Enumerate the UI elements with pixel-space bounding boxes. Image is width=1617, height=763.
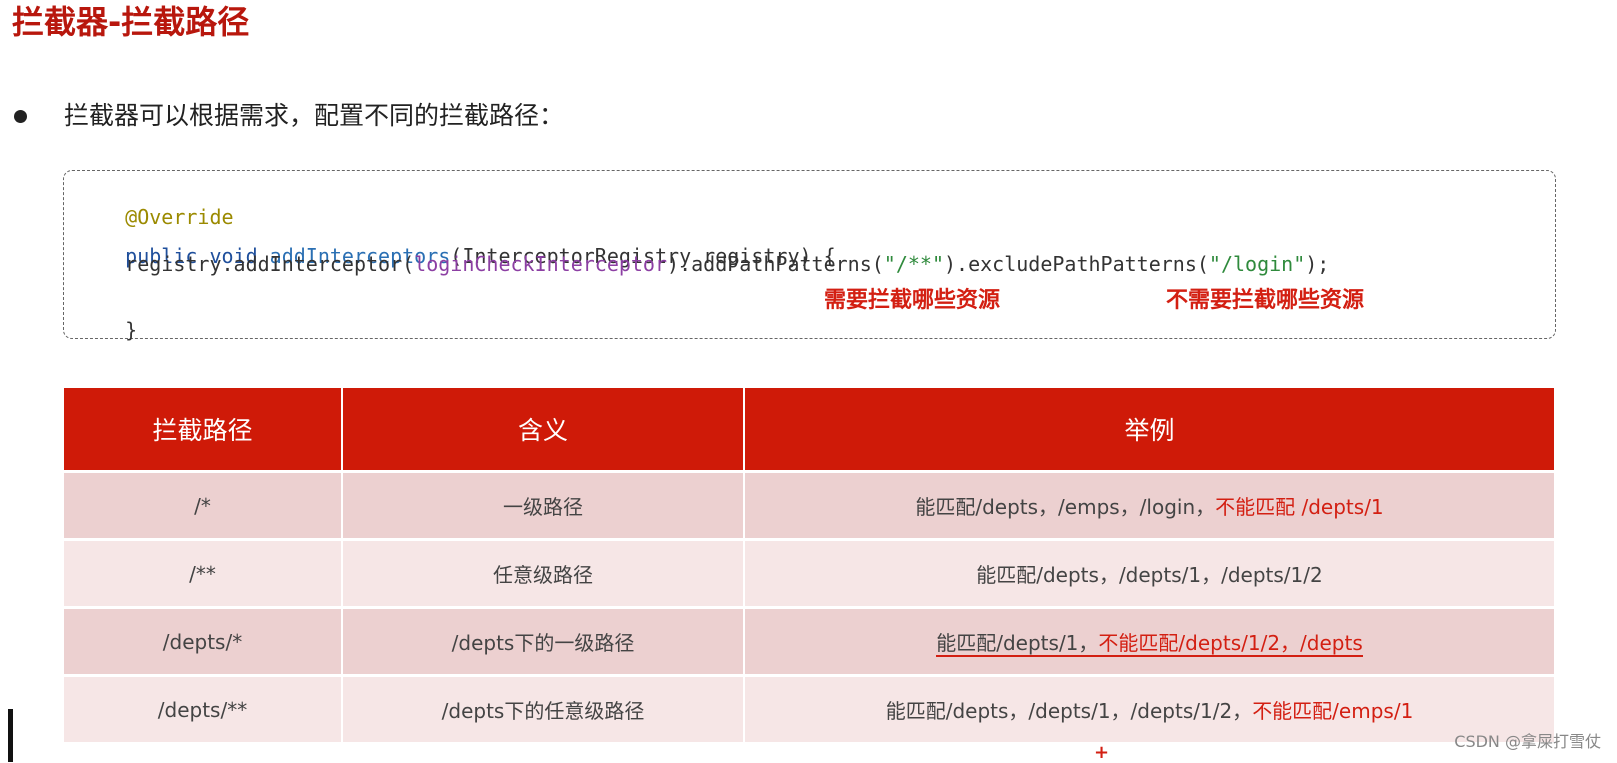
exclude-annotation: 不需要拦截哪些资源 (1166, 288, 1365, 313)
bullet-text: 拦截器可以根据需求，配置不同的拦截路径： (64, 101, 565, 130)
cell-example: 能匹配/depts，/depts/1，/depts/1/2，不能匹配/emps/… (744, 674, 1556, 742)
cell-meaning: /depts下的一级路径 (342, 606, 745, 676)
cell-path: /** (64, 538, 343, 608)
table-header-row: 拦截路径 含义 举例 (64, 388, 1556, 472)
code-line-end: ); (1305, 252, 1330, 276)
code-interceptor-field: loginCheckInterceptor (414, 252, 668, 276)
code-line-closing: } (77, 288, 137, 372)
watermark: CSDN @拿屎打雪仗 (1454, 732, 1601, 751)
text-cursor-bar (8, 709, 13, 762)
cell-path: /depts/* (64, 606, 343, 676)
code-registry-call: registry.addInterceptor( (77, 252, 415, 276)
code-add-path-call: ).addPathPatterns( (667, 252, 884, 276)
cell-example: 能匹配/depts，/depts/1，/depts/1/2 (744, 538, 1556, 608)
example-match: 能匹配/depts，/emps，/login， (915, 495, 1216, 519)
table-row: /depts/** /depts下的任意级路径 能匹配/depts，/depts… (64, 674, 1556, 742)
bullet-dot (14, 110, 27, 123)
code-line-registry: registry.addInterceptor(loginCheckInterc… (77, 250, 1329, 278)
example-match: 能匹配/depts，/depts/1，/depts/1/2 (976, 563, 1323, 587)
table-row: /** 任意级路径 能匹配/depts，/depts/1，/depts/1/2 (64, 538, 1556, 608)
example-match: 能匹配/depts/1， (936, 631, 1099, 657)
cell-path: /depts/** (64, 674, 343, 742)
cell-meaning: 任意级路径 (342, 538, 745, 608)
plus-mark: + (1094, 742, 1110, 763)
example-nomatch: 不能匹配/emps/1 (1252, 699, 1414, 723)
code-include-pattern: "/**" (883, 252, 944, 276)
cell-meaning: 一级路径 (342, 470, 745, 540)
slide-title: 拦截器-拦截路径 (12, 3, 250, 41)
path-pattern-table: 拦截路径 含义 举例 /* 一级路径 能匹配/depts，/emps，/logi… (64, 388, 1556, 742)
table-row: /depts/* /depts下的一级路径 能匹配/depts/1，不能匹配/d… (64, 606, 1556, 676)
header-example: 举例 (744, 388, 1556, 472)
header-path: 拦截路径 (64, 388, 343, 472)
code-exclude-pattern: "/login" (1208, 252, 1306, 276)
example-nomatch: 不能匹配 /depts/1 (1215, 495, 1384, 519)
include-annotation: 需要拦截哪些资源 (824, 288, 1001, 313)
cell-example: 能匹配/depts/1，不能匹配/depts/1/2，/depts (744, 606, 1556, 676)
example-nomatch: 不能匹配/depts/1/2，/depts (1098, 631, 1363, 657)
cell-meaning: /depts下的任意级路径 (342, 674, 745, 742)
cell-path: /* (64, 470, 343, 540)
header-meaning: 含义 (342, 388, 745, 472)
code-closing-brace: } (125, 318, 138, 342)
cell-example: 能匹配/depts，/emps，/login，不能匹配 /depts/1 (744, 470, 1556, 540)
example-match: 能匹配/depts，/depts/1，/depts/1/2， (885, 699, 1253, 723)
table-row: /* 一级路径 能匹配/depts，/emps，/login，不能匹配 /dep… (64, 470, 1556, 540)
code-exclude-call: ).excludePathPatterns( (944, 252, 1209, 276)
